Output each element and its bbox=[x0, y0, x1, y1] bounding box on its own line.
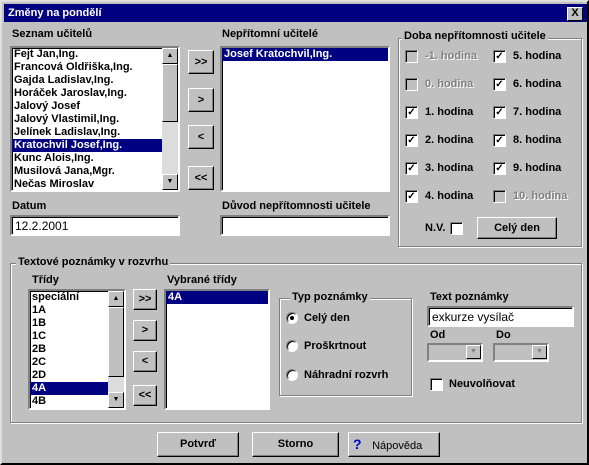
add-all-teachers-button[interactable]: >> bbox=[188, 50, 214, 74]
to-combo[interactable]: ▼ bbox=[493, 343, 549, 362]
list-item[interactable]: Josef Kratochvil,Ing. bbox=[222, 48, 388, 61]
classes-listbox[interactable]: speciální 1A 1B 1C 2B 2C 2D 4A 4B ▲ ▼ bbox=[28, 289, 126, 410]
absent-listbox[interactable]: Josef Kratochvil,Ing. bbox=[220, 46, 390, 192]
list-item[interactable]: Jalový Josef bbox=[12, 100, 178, 113]
hour-label: -1. hodina bbox=[425, 50, 477, 62]
add-teacher-button[interactable]: > bbox=[188, 88, 214, 112]
reason-label: Důvod nepřítomnosti učitele bbox=[222, 200, 371, 212]
list-item[interactable]: Musilová Jana,Mgr. bbox=[12, 165, 178, 178]
hour-checkbox[interactable] bbox=[405, 78, 418, 91]
hour-checkbox[interactable] bbox=[493, 190, 506, 203]
scroll-up-icon[interactable]: ▲ bbox=[108, 291, 124, 307]
nv-checkbox[interactable] bbox=[450, 222, 463, 235]
list-item[interactable]: Horáček Jaroslav,Ing. bbox=[12, 87, 178, 100]
scroll-up-icon[interactable]: ▲ bbox=[162, 48, 178, 64]
hour-label: 7. hodina bbox=[513, 106, 562, 118]
hour-checkbox[interactable] bbox=[405, 50, 418, 63]
hour-label: 0. hodina bbox=[425, 78, 474, 90]
remove-teacher-button[interactable]: < bbox=[188, 125, 214, 149]
hour-label: 4. hodina bbox=[425, 190, 474, 202]
title-bar: Změny na pondělí X bbox=[4, 4, 587, 22]
from-label: Od bbox=[430, 329, 446, 341]
hour-checkbox[interactable]: ✓ bbox=[405, 134, 418, 147]
list-item[interactable]: Francová Oldřiška,Ing. bbox=[12, 61, 178, 74]
note-type-option-label: Proškrtnout bbox=[304, 340, 367, 352]
hour-label: 6. hodina bbox=[513, 78, 562, 90]
list-item[interactable]: Kratochvil Josef,Ing. bbox=[12, 139, 178, 152]
dialog-window: Změny na pondělí X Seznam učitelů Fejt J… bbox=[0, 0, 589, 465]
whole-day-button[interactable]: Celý den bbox=[477, 217, 557, 239]
hour-label: 8. hodina bbox=[513, 134, 562, 146]
note-type-label: Typ poznámky bbox=[290, 291, 370, 303]
dropdown-arrow-icon[interactable]: ▼ bbox=[466, 345, 481, 359]
note-type-option-label: Celý den bbox=[304, 312, 350, 324]
confirm-button[interactable]: Potvrď bbox=[157, 432, 239, 457]
date-field[interactable]: 12.2.2001 bbox=[10, 215, 180, 236]
note-text-label: Text poznámky bbox=[430, 291, 509, 303]
from-combo[interactable]: ▼ bbox=[427, 343, 483, 362]
hour-label: 1. hodina bbox=[425, 106, 474, 118]
selected-classes-listbox[interactable]: 4A bbox=[164, 289, 270, 410]
teachers-scrollbar[interactable]: ▲ ▼ bbox=[162, 48, 178, 190]
reason-field[interactable] bbox=[220, 215, 390, 236]
scroll-down-icon[interactable]: ▼ bbox=[108, 392, 124, 408]
nv-label: N.V. bbox=[425, 222, 446, 234]
classes-scrollbar[interactable]: ▲ ▼ bbox=[108, 291, 124, 408]
note-text-field[interactable]: exkurze vysílač bbox=[427, 306, 574, 327]
scroll-thumb[interactable] bbox=[162, 64, 178, 122]
help-button[interactable]: ? Nápověda bbox=[348, 432, 440, 457]
list-item[interactable]: Jelínek Ladislav,Ing. bbox=[12, 126, 178, 139]
no-release-label: Neuvolňovat bbox=[449, 378, 516, 390]
hour-label: 5. hodina bbox=[513, 50, 562, 62]
scroll-thumb[interactable] bbox=[108, 307, 124, 377]
notes-group-label: Textové poznámky v rozvrhu bbox=[16, 256, 171, 268]
list-item[interactable]: Gajda Ladislav,Ing. bbox=[12, 74, 178, 87]
hour-checkbox[interactable]: ✓ bbox=[405, 190, 418, 203]
date-label: Datum bbox=[12, 200, 47, 212]
list-item[interactable]: Nečas Miroslav bbox=[12, 178, 178, 190]
hour-label: 3. hodina bbox=[425, 162, 474, 174]
teachers-listbox[interactable]: Fejt Jan,Ing. Francová Oldřiška,Ing. Gajda… bbox=[10, 46, 180, 192]
classes-label: Třídy bbox=[32, 274, 59, 286]
cancel-button[interactable]: Storno bbox=[252, 432, 339, 457]
window-title: Změny na pondělí bbox=[8, 7, 102, 19]
hour-checkbox[interactable]: ✓ bbox=[405, 162, 418, 175]
hour-label: 9. hodina bbox=[513, 162, 562, 174]
help-label: Nápověda bbox=[372, 440, 423, 452]
remove-class-button[interactable]: < bbox=[133, 351, 157, 372]
hour-checkbox[interactable]: ✓ bbox=[405, 106, 418, 119]
hour-checkbox[interactable]: ✓ bbox=[493, 78, 506, 91]
selected-classes-label: Vybrané třídy bbox=[167, 274, 237, 286]
teachers-label: Seznam učitelů bbox=[12, 28, 93, 40]
remove-all-teachers-button[interactable]: << bbox=[188, 166, 214, 190]
list-item[interactable]: 4A bbox=[166, 291, 268, 304]
note-type-radio[interactable] bbox=[286, 369, 298, 381]
hour-label: 10. hodina bbox=[513, 190, 568, 202]
note-type-radio[interactable] bbox=[286, 312, 298, 324]
note-type-option-label: Náhradní rozvrh bbox=[304, 369, 389, 381]
close-button[interactable]: X bbox=[567, 7, 583, 21]
hour-label: 2. hodina bbox=[425, 134, 474, 146]
to-label: Do bbox=[496, 329, 511, 341]
note-type-radio[interactable] bbox=[286, 340, 298, 352]
remove-all-classes-button[interactable]: << bbox=[133, 385, 157, 406]
dropdown-arrow-icon[interactable]: ▼ bbox=[532, 345, 547, 359]
absence-hours-label: Doba nepřítomnosti učitele bbox=[402, 30, 548, 42]
hour-checkbox[interactable]: ✓ bbox=[493, 50, 506, 63]
absent-label: Nepřítomní učitelé bbox=[222, 28, 318, 40]
help-icon: ? bbox=[353, 436, 362, 452]
hour-checkbox[interactable]: ✓ bbox=[493, 134, 506, 147]
add-class-button[interactable]: > bbox=[133, 320, 157, 341]
no-release-checkbox[interactable] bbox=[430, 378, 443, 391]
add-all-classes-button[interactable]: >> bbox=[133, 289, 157, 310]
list-item[interactable]: Fejt Jan,Ing. bbox=[12, 48, 178, 61]
hour-checkbox[interactable]: ✓ bbox=[493, 162, 506, 175]
list-item[interactable]: Jalový Vlastimil,Ing. bbox=[12, 113, 178, 126]
scroll-down-icon[interactable]: ▼ bbox=[162, 174, 178, 190]
list-item[interactable]: Kunc Alois,Ing. bbox=[12, 152, 178, 165]
hour-checkbox[interactable]: ✓ bbox=[493, 106, 506, 119]
